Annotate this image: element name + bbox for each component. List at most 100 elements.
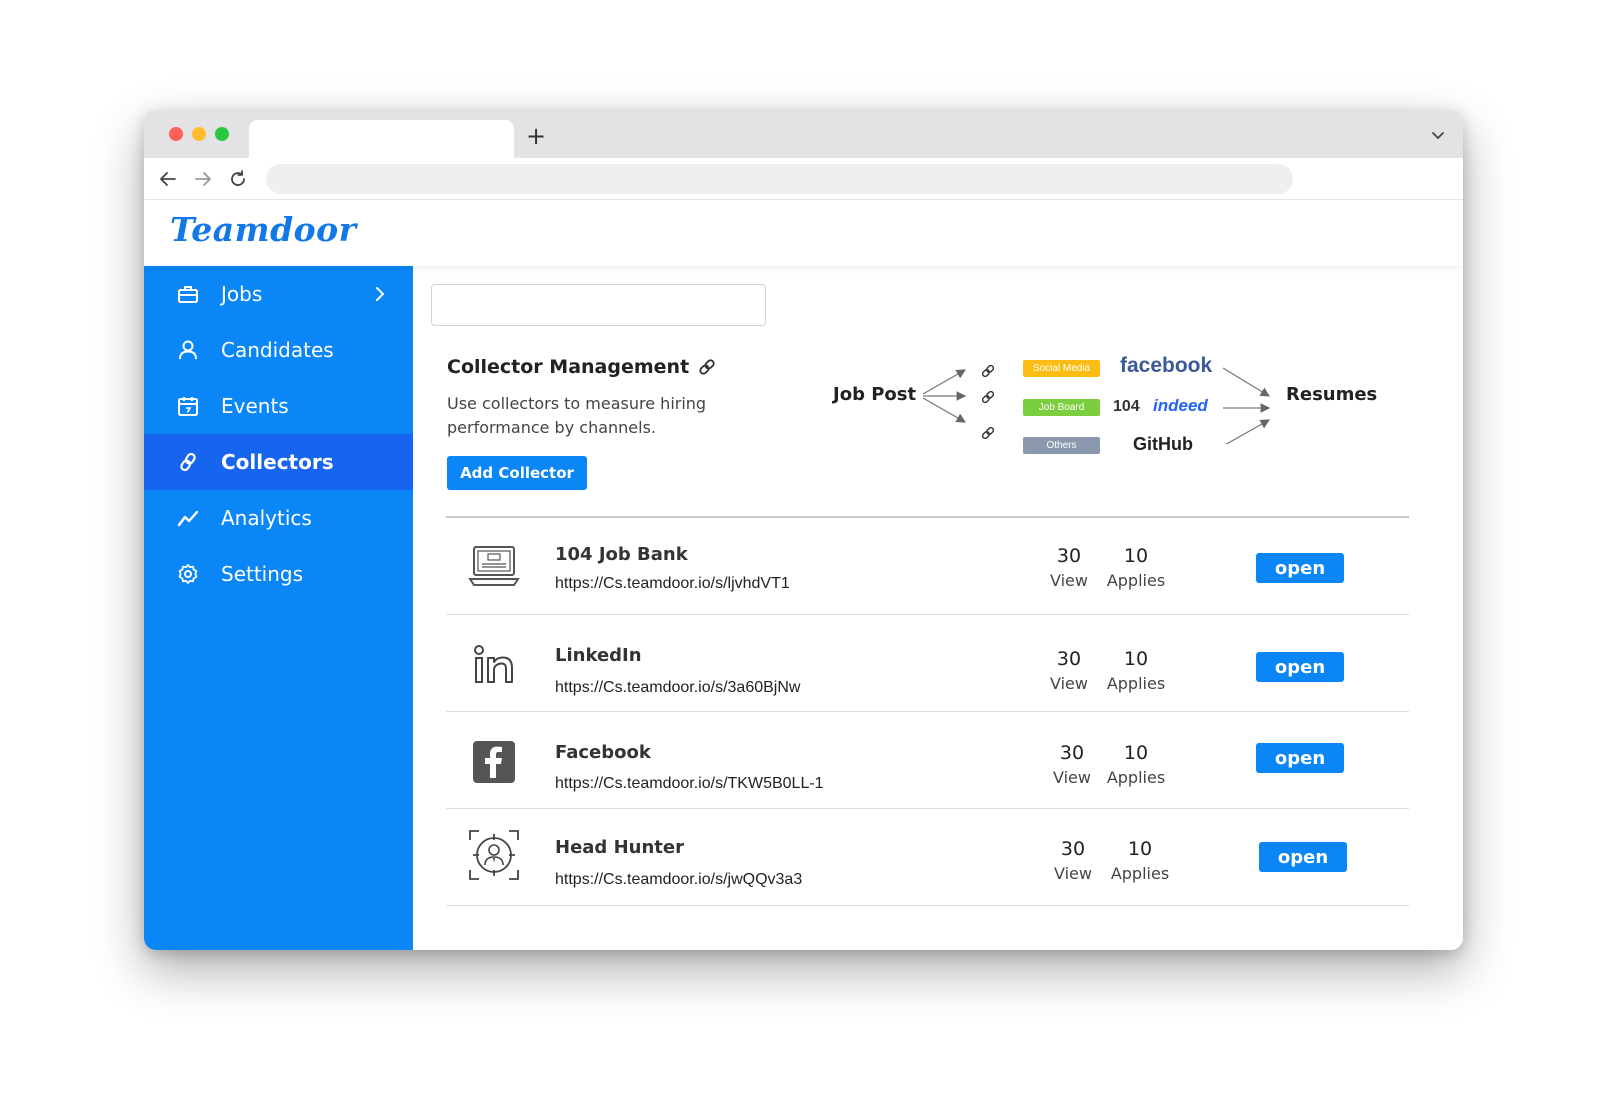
collector-row: Head Hunter https://Cs.teamdoor.io/s/jwQ… — [446, 809, 1409, 906]
sidebar-item-label: Collectors — [221, 450, 334, 474]
open-button[interactable]: open — [1259, 842, 1347, 872]
main-content: Collector Management Use collectors to m… — [413, 266, 1463, 950]
applies-count-value: 10 — [1123, 545, 1149, 567]
collector-url[interactable]: https://Cs.teamdoor.io/s/ljvhdVT1 — [555, 575, 790, 593]
applies-count-label: Applies — [1110, 864, 1170, 883]
sidebar: Jobs Candidates Events Collectors Analyt… — [144, 266, 413, 950]
diagram-source-label: Job Post — [833, 384, 917, 405]
applies-count-label: Applies — [1106, 674, 1166, 693]
view-count: 30 View — [1047, 836, 1099, 886]
applies-count: 10 Applies — [1106, 740, 1166, 790]
collector-name: Facebook — [555, 742, 651, 763]
link-icon — [981, 364, 995, 378]
forward-arrow-icon[interactable] — [191, 167, 215, 191]
sidebar-item-label: Jobs — [221, 282, 263, 306]
job104-logo: 104 — [1113, 398, 1140, 415]
collector-row: 104 Job Bank https://Cs.teamdoor.io/s/lj… — [446, 518, 1409, 615]
user-icon — [177, 339, 199, 361]
trend-line-icon — [177, 507, 199, 529]
channel-chip-job-board: Job Board — [1023, 399, 1100, 416]
briefcase-icon — [177, 283, 199, 305]
page-title-text: Collector Management — [447, 356, 690, 378]
address-bar[interactable] — [266, 164, 1293, 194]
chevron-down-icon[interactable] — [1429, 126, 1447, 144]
view-count-value: 30 — [1056, 545, 1082, 567]
view-count-label: View — [1053, 768, 1091, 787]
applies-count: 10 Applies — [1106, 646, 1166, 696]
sidebar-item-label: Analytics — [221, 506, 312, 530]
app-header: Teamdoor — [144, 200, 1463, 266]
collector-name: Head Hunter — [555, 837, 684, 858]
sidebar-item-settings[interactable]: Settings — [144, 546, 413, 602]
view-count-value: 30 — [1059, 742, 1085, 764]
view-count: 30 View — [1043, 646, 1095, 696]
sidebar-item-label: Settings — [221, 562, 304, 586]
add-collector-button[interactable]: Add Collector — [447, 456, 587, 490]
sidebar-item-jobs[interactable]: Jobs — [144, 266, 413, 322]
sidebar-item-analytics[interactable]: Analytics — [144, 490, 413, 546]
facebook-icon — [466, 734, 522, 790]
view-count: 30 View — [1046, 740, 1098, 790]
link-icon — [981, 426, 995, 440]
collector-name: 104 Job Bank — [555, 544, 688, 565]
link-icon — [981, 390, 995, 404]
collector-flow-diagram: Job Post Social Media Job Board Others f… — [833, 344, 1383, 464]
applies-count-label: Applies — [1106, 768, 1166, 787]
collector-name: LinkedIn — [555, 645, 642, 666]
reload-icon[interactable] — [226, 167, 250, 191]
diagram-target-label: Resumes — [1286, 384, 1378, 405]
view-count: 30 View — [1043, 543, 1095, 593]
head-hunter-icon — [466, 827, 522, 883]
applies-count-value: 10 — [1123, 742, 1149, 764]
linkedin-icon — [466, 637, 522, 693]
indeed-logo: indeed — [1153, 396, 1208, 415]
applies-count: 10 Applies — [1110, 836, 1170, 886]
open-button[interactable]: open — [1256, 743, 1344, 773]
browser-toolbar — [144, 158, 1463, 200]
applies-count-value: 10 — [1127, 838, 1153, 860]
maximize-window-button[interactable] — [215, 127, 229, 141]
page-description: Use collectors to measure hiring perform… — [447, 394, 707, 437]
collector-row: Facebook https://Cs.teamdoor.io/s/TKW5B0… — [446, 712, 1409, 809]
browser-tab[interactable] — [249, 120, 514, 158]
laptop-job-icon — [466, 538, 522, 594]
browser-tabbar: + — [144, 110, 1463, 158]
link-icon — [177, 451, 199, 473]
view-count-label: View — [1050, 571, 1088, 590]
sidebar-item-events[interactable]: Events — [144, 378, 413, 434]
view-count-label: View — [1054, 864, 1092, 883]
link-icon — [699, 359, 715, 375]
collector-url[interactable]: https://Cs.teamdoor.io/s/TKW5B0LL-1 — [555, 775, 824, 793]
applies-count-label: Applies — [1106, 571, 1166, 590]
collector-url[interactable]: https://Cs.teamdoor.io/s/jwQQv3a3 — [555, 871, 802, 889]
page-title: Collector Management — [447, 356, 717, 378]
gear-icon — [177, 563, 199, 585]
applies-count: 10 Applies — [1106, 543, 1166, 593]
sidebar-item-label: Candidates — [221, 338, 334, 362]
view-count-value: 30 — [1060, 838, 1086, 860]
new-tab-button[interactable]: + — [526, 120, 546, 152]
close-window-button[interactable] — [169, 127, 183, 141]
open-button[interactable]: open — [1256, 553, 1344, 583]
back-arrow-icon[interactable] — [156, 167, 180, 191]
minimize-window-button[interactable] — [192, 127, 206, 141]
sidebar-item-label: Events — [221, 394, 289, 418]
sidebar-item-collectors[interactable]: Collectors — [144, 434, 413, 490]
teamdoor-logo[interactable]: Teamdoor — [170, 210, 357, 249]
applies-count-value: 10 — [1123, 648, 1149, 670]
chevron-right-icon — [376, 287, 385, 301]
calendar-icon — [177, 395, 199, 417]
channel-chip-others: Others — [1023, 437, 1100, 454]
channel-chip-social-media: Social Media — [1023, 360, 1100, 377]
view-count-value: 30 — [1056, 648, 1082, 670]
diagram-arrows-right — [1222, 367, 1271, 444]
facebook-logo: facebook — [1120, 354, 1213, 377]
github-logo: GitHub — [1133, 434, 1193, 454]
collector-url[interactable]: https://Cs.teamdoor.io/s/3a60BjNw — [555, 679, 800, 697]
view-count-label: View — [1050, 674, 1088, 693]
browser-window: + Teamdoor Jobs Candidates Events Collec… — [144, 110, 1463, 950]
search-input[interactable] — [431, 284, 766, 326]
open-button[interactable]: open — [1256, 652, 1344, 682]
sidebar-item-candidates[interactable]: Candidates — [144, 322, 413, 378]
collector-row: LinkedIn https://Cs.teamdoor.io/s/3a60Bj… — [446, 615, 1409, 712]
